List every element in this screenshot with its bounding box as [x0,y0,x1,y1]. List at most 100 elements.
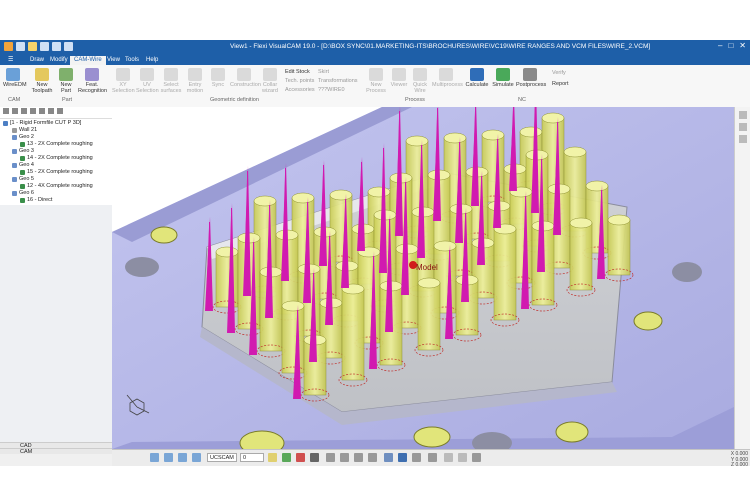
tab-help[interactable]: Help [142,56,162,65]
cylinder-top [563,146,587,158]
xy-selection-button[interactable]: XY Selection [112,68,135,94]
app-icon[interactable] [4,42,13,51]
select-surfaces-button[interactable]: Select surfaces [160,68,182,94]
light-icon[interactable] [444,453,453,462]
tree-item[interactable]: Wall 21 [12,127,37,133]
wireframe-icon[interactable] [268,453,277,462]
grid-icon[interactable] [398,453,407,462]
tab-cam[interactable]: CAM [0,448,112,455]
menu-icon[interactable]: ☰ [4,56,17,65]
view-iso-icon[interactable] [192,453,201,462]
minimize-icon[interactable]: – [718,41,722,50]
cylinder-top [329,189,353,201]
check-icon[interactable] [282,453,291,462]
transformations-button[interactable]: Transformations [318,78,358,84]
simulate-icon [496,68,510,81]
feat-recognition-button[interactable]: Feat. Recognition [78,68,108,94]
hole [555,421,589,443]
report-button[interactable]: Report [552,81,569,87]
rotate-icon[interactable] [368,453,377,462]
feat-recognition-label: Feat. Recognition [78,82,108,94]
shade-icon[interactable] [296,453,305,462]
quick-wire-icon [413,68,427,81]
view-tool-icon[interactable] [739,123,747,131]
tree-item[interactable]: 12 - 4X Complete roughing [20,183,93,189]
cylinder-top [569,217,593,229]
tree-tool-icon[interactable] [3,108,9,114]
settings-icon[interactable] [472,453,481,462]
tree-tool-icon[interactable] [48,108,54,114]
undo-icon[interactable] [52,42,61,51]
menu-bar: ☰ Draw Modify CAM-Wire View Tools Help [0,55,750,65]
tree-item[interactable]: Geo 2 [12,134,34,140]
uv-selection-button[interactable]: UV Selection [136,68,159,94]
multiprocess-button[interactable]: Multiprocess [432,68,463,88]
new-toolpath-button[interactable]: New Toolpath [30,68,54,94]
tree-tool-icon[interactable] [57,108,63,114]
view-tool-icon[interactable] [739,111,747,119]
zoom-window-icon[interactable] [340,453,349,462]
title-bar: View1 - Flexi VisualCAM 19.0 - [D:\BOX S… [0,40,750,55]
group-label-process: Process [405,97,425,103]
accessories-button[interactable]: Accessories [285,87,315,93]
new-icon[interactable] [16,42,25,51]
simulate-button[interactable]: Simulate [492,68,514,88]
tech-points-button[interactable]: Tech. points [285,78,314,84]
3d-viewport[interactable]: Model [112,107,734,449]
layer-dropdown[interactable]: 0 [240,453,264,462]
tab-cam-wire[interactable]: CAM-Wire [70,56,106,65]
render-icon[interactable] [458,453,467,462]
tree-item[interactable]: Geo 5 [12,176,34,182]
viewer-button[interactable]: Viewer [390,68,408,88]
new-process-button[interactable]: New Process [365,68,387,94]
entry-motion-button[interactable]: Entry motion [184,68,206,94]
maximize-icon[interactable]: □ [728,41,733,50]
view-top-icon[interactable] [150,453,159,462]
verify-button[interactable]: Verify [552,70,566,76]
bottom-margin [0,466,750,500]
sync-button[interactable]: Sync [208,68,228,88]
edit-stock-button[interactable]: Edit Stock [285,69,310,75]
calculate-button[interactable]: Calculate [464,68,490,88]
tree-item[interactable]: Geo 3 [12,148,34,154]
tab-draw[interactable]: Draw [26,56,48,65]
measure-icon[interactable] [428,453,437,462]
new-part-button[interactable]: New Part [56,68,76,94]
view-right-icon[interactable] [178,453,187,462]
redo-icon[interactable] [64,42,73,51]
quick-wire-button[interactable]: Quick Wire [410,68,430,94]
tree-item[interactable]: Geo 6 [12,190,34,196]
tree-tool-icon[interactable] [12,108,18,114]
tree-item[interactable]: 14 - 2X Complete roughing [20,155,93,161]
tree-item[interactable]: 15 - 2X Complete roughing [20,169,93,175]
view-front-icon[interactable] [164,453,173,462]
snap-icon[interactable] [384,453,393,462]
view-tool-icon[interactable] [739,135,747,143]
geometry-icon [12,162,17,168]
wire-edm-button[interactable]: WireEDM [3,68,27,88]
tab-modify[interactable]: Modify [46,56,72,65]
tree-tool-icon[interactable] [21,108,27,114]
postprocess-button[interactable]: Postprocess [516,68,546,88]
close-icon[interactable]: ✕ [739,41,746,50]
tree-item[interactable]: 16 - Direct [20,197,52,203]
group-label-cam: CAM [8,97,21,103]
ucs-dropdown[interactable]: UCSCAM [207,453,237,462]
tree-tool-icon[interactable] [39,108,45,114]
tree-root[interactable]: [1 - Rigid Formfile CUT P 3D] [3,120,81,126]
collar-wizard-label: Collar wizard [262,82,278,94]
tree-tool-icon[interactable] [30,108,36,114]
tree-item[interactable]: 13 - 2X Complete roughing [20,141,93,147]
pan-icon[interactable] [354,453,363,462]
collar-wizard-button[interactable]: Collar wizard [260,68,280,94]
save-icon[interactable] [40,42,49,51]
construction-button[interactable]: Construction [230,68,261,88]
open-icon[interactable] [28,42,37,51]
layers-icon[interactable] [412,453,421,462]
tab-tools[interactable]: Tools [121,56,143,65]
select-icon[interactable] [310,453,319,462]
zoom-icon[interactable] [326,453,335,462]
tree-item-label: 15 - 2X Complete roughing [27,169,93,175]
tree-item[interactable]: Geo 4 [12,162,34,168]
skirt-button[interactable]: Skirt [318,69,329,75]
